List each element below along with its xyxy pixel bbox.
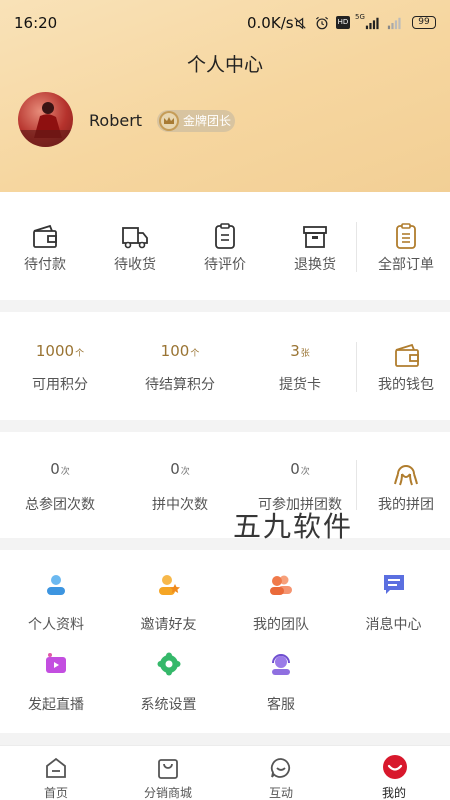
hd-icon: HD bbox=[336, 16, 350, 29]
alarm-icon bbox=[315, 16, 329, 30]
profile-face-icon bbox=[383, 755, 407, 779]
service-team[interactable]: 我的团队 bbox=[225, 550, 337, 633]
service-invite[interactable]: 邀请好友 bbox=[112, 550, 225, 633]
divider bbox=[356, 222, 357, 272]
home-icon bbox=[46, 757, 66, 778]
chat-icon bbox=[270, 758, 291, 778]
live-icon bbox=[46, 653, 66, 673]
box-icon bbox=[303, 226, 327, 248]
truck-icon bbox=[122, 227, 148, 249]
services-card: 个人资料 邀请好友 我的团队 消息中心 发起直播 系统设置 客服 bbox=[0, 550, 450, 733]
network-speed: 0.0K/s bbox=[247, 14, 294, 32]
divider bbox=[356, 342, 357, 392]
group-wins[interactable]: 0次 拼中次数 bbox=[130, 432, 230, 538]
tab-home[interactable]: 首页 bbox=[0, 746, 112, 800]
tab-shop[interactable]: 分销商城 bbox=[112, 746, 224, 800]
service-messages[interactable]: 消息中心 bbox=[337, 550, 450, 633]
profile-icon bbox=[47, 575, 65, 595]
pickup-cards[interactable]: 3张 提货卡 bbox=[255, 312, 345, 420]
battery-icon: 99 bbox=[412, 16, 436, 29]
all-orders-button[interactable]: 全部订单 bbox=[362, 192, 450, 300]
status-bar: 16:20 0.0K/s HD 5G 99 bbox=[0, 0, 450, 48]
watermark-text: 五九软件 bbox=[233, 510, 354, 543]
pending-points[interactable]: 100个 待结算积分 bbox=[130, 312, 230, 420]
avatar[interactable] bbox=[18, 92, 73, 147]
member-badge: 金牌团长 bbox=[157, 110, 235, 132]
service-support[interactable]: 客服 bbox=[225, 630, 337, 713]
my-wallet-button[interactable]: 我的钱包 bbox=[362, 312, 450, 420]
message-icon bbox=[384, 575, 404, 594]
signal-weak-icon bbox=[387, 17, 401, 30]
order-returns[interactable]: 退换货 bbox=[270, 192, 360, 300]
invite-icon bbox=[159, 575, 180, 595]
profile-header: 16:20 0.0K/s HD 5G 99 个人中心 Robert 金牌团长 bbox=[0, 0, 450, 192]
total-group-joins[interactable]: 0次 总参团次数 bbox=[10, 432, 110, 538]
order-pending-review[interactable]: 待评价 bbox=[180, 192, 270, 300]
group-buy-card: 0次 总参团次数 0次 拼中次数 0次 可参加拼团数 我的拼团 bbox=[0, 432, 450, 538]
divider bbox=[356, 460, 357, 510]
service-live[interactable]: 发起直播 bbox=[0, 630, 112, 713]
orders-card: 待付款 待收货 待评价 退换货 全部订单 bbox=[0, 192, 450, 300]
wallet-icon bbox=[395, 343, 419, 367]
mute-icon bbox=[294, 17, 306, 30]
page-title: 个人中心 bbox=[186, 54, 263, 76]
service-settings[interactable]: 系统设置 bbox=[112, 630, 225, 713]
shop-bag-icon bbox=[158, 759, 178, 779]
username: Robert bbox=[89, 111, 143, 130]
status-time: 16:20 bbox=[14, 14, 58, 32]
tab-mine[interactable]: 我的 bbox=[338, 746, 450, 800]
support-icon bbox=[272, 654, 290, 675]
badge-label: 金牌团长 bbox=[183, 114, 232, 128]
bottom-tab-bar: 首页 分销商城 互动 我的 bbox=[0, 745, 450, 800]
avatar-image bbox=[18, 102, 73, 147]
assets-card: 1000个 可用积分 100个 待结算积分 3张 提货卡 我的钱包 bbox=[0, 312, 450, 420]
orders-icon bbox=[396, 223, 416, 249]
signal-icon bbox=[365, 17, 379, 30]
order-pending-receipt[interactable]: 待收货 bbox=[90, 192, 180, 300]
settings-icon bbox=[157, 652, 181, 676]
service-profile[interactable]: 个人资料 bbox=[0, 550, 112, 633]
available-points[interactable]: 1000个 可用积分 bbox=[15, 312, 105, 420]
group-icon bbox=[394, 465, 418, 486]
my-group-buy-button[interactable]: 我的拼团 bbox=[362, 432, 450, 538]
clipboard-icon bbox=[215, 223, 235, 249]
order-pending-payment[interactable]: 待付款 bbox=[0, 192, 90, 300]
crown-icon bbox=[159, 111, 179, 131]
tab-interact[interactable]: 互动 bbox=[225, 746, 337, 800]
wallet-icon bbox=[33, 224, 57, 248]
team-icon bbox=[270, 575, 292, 595]
